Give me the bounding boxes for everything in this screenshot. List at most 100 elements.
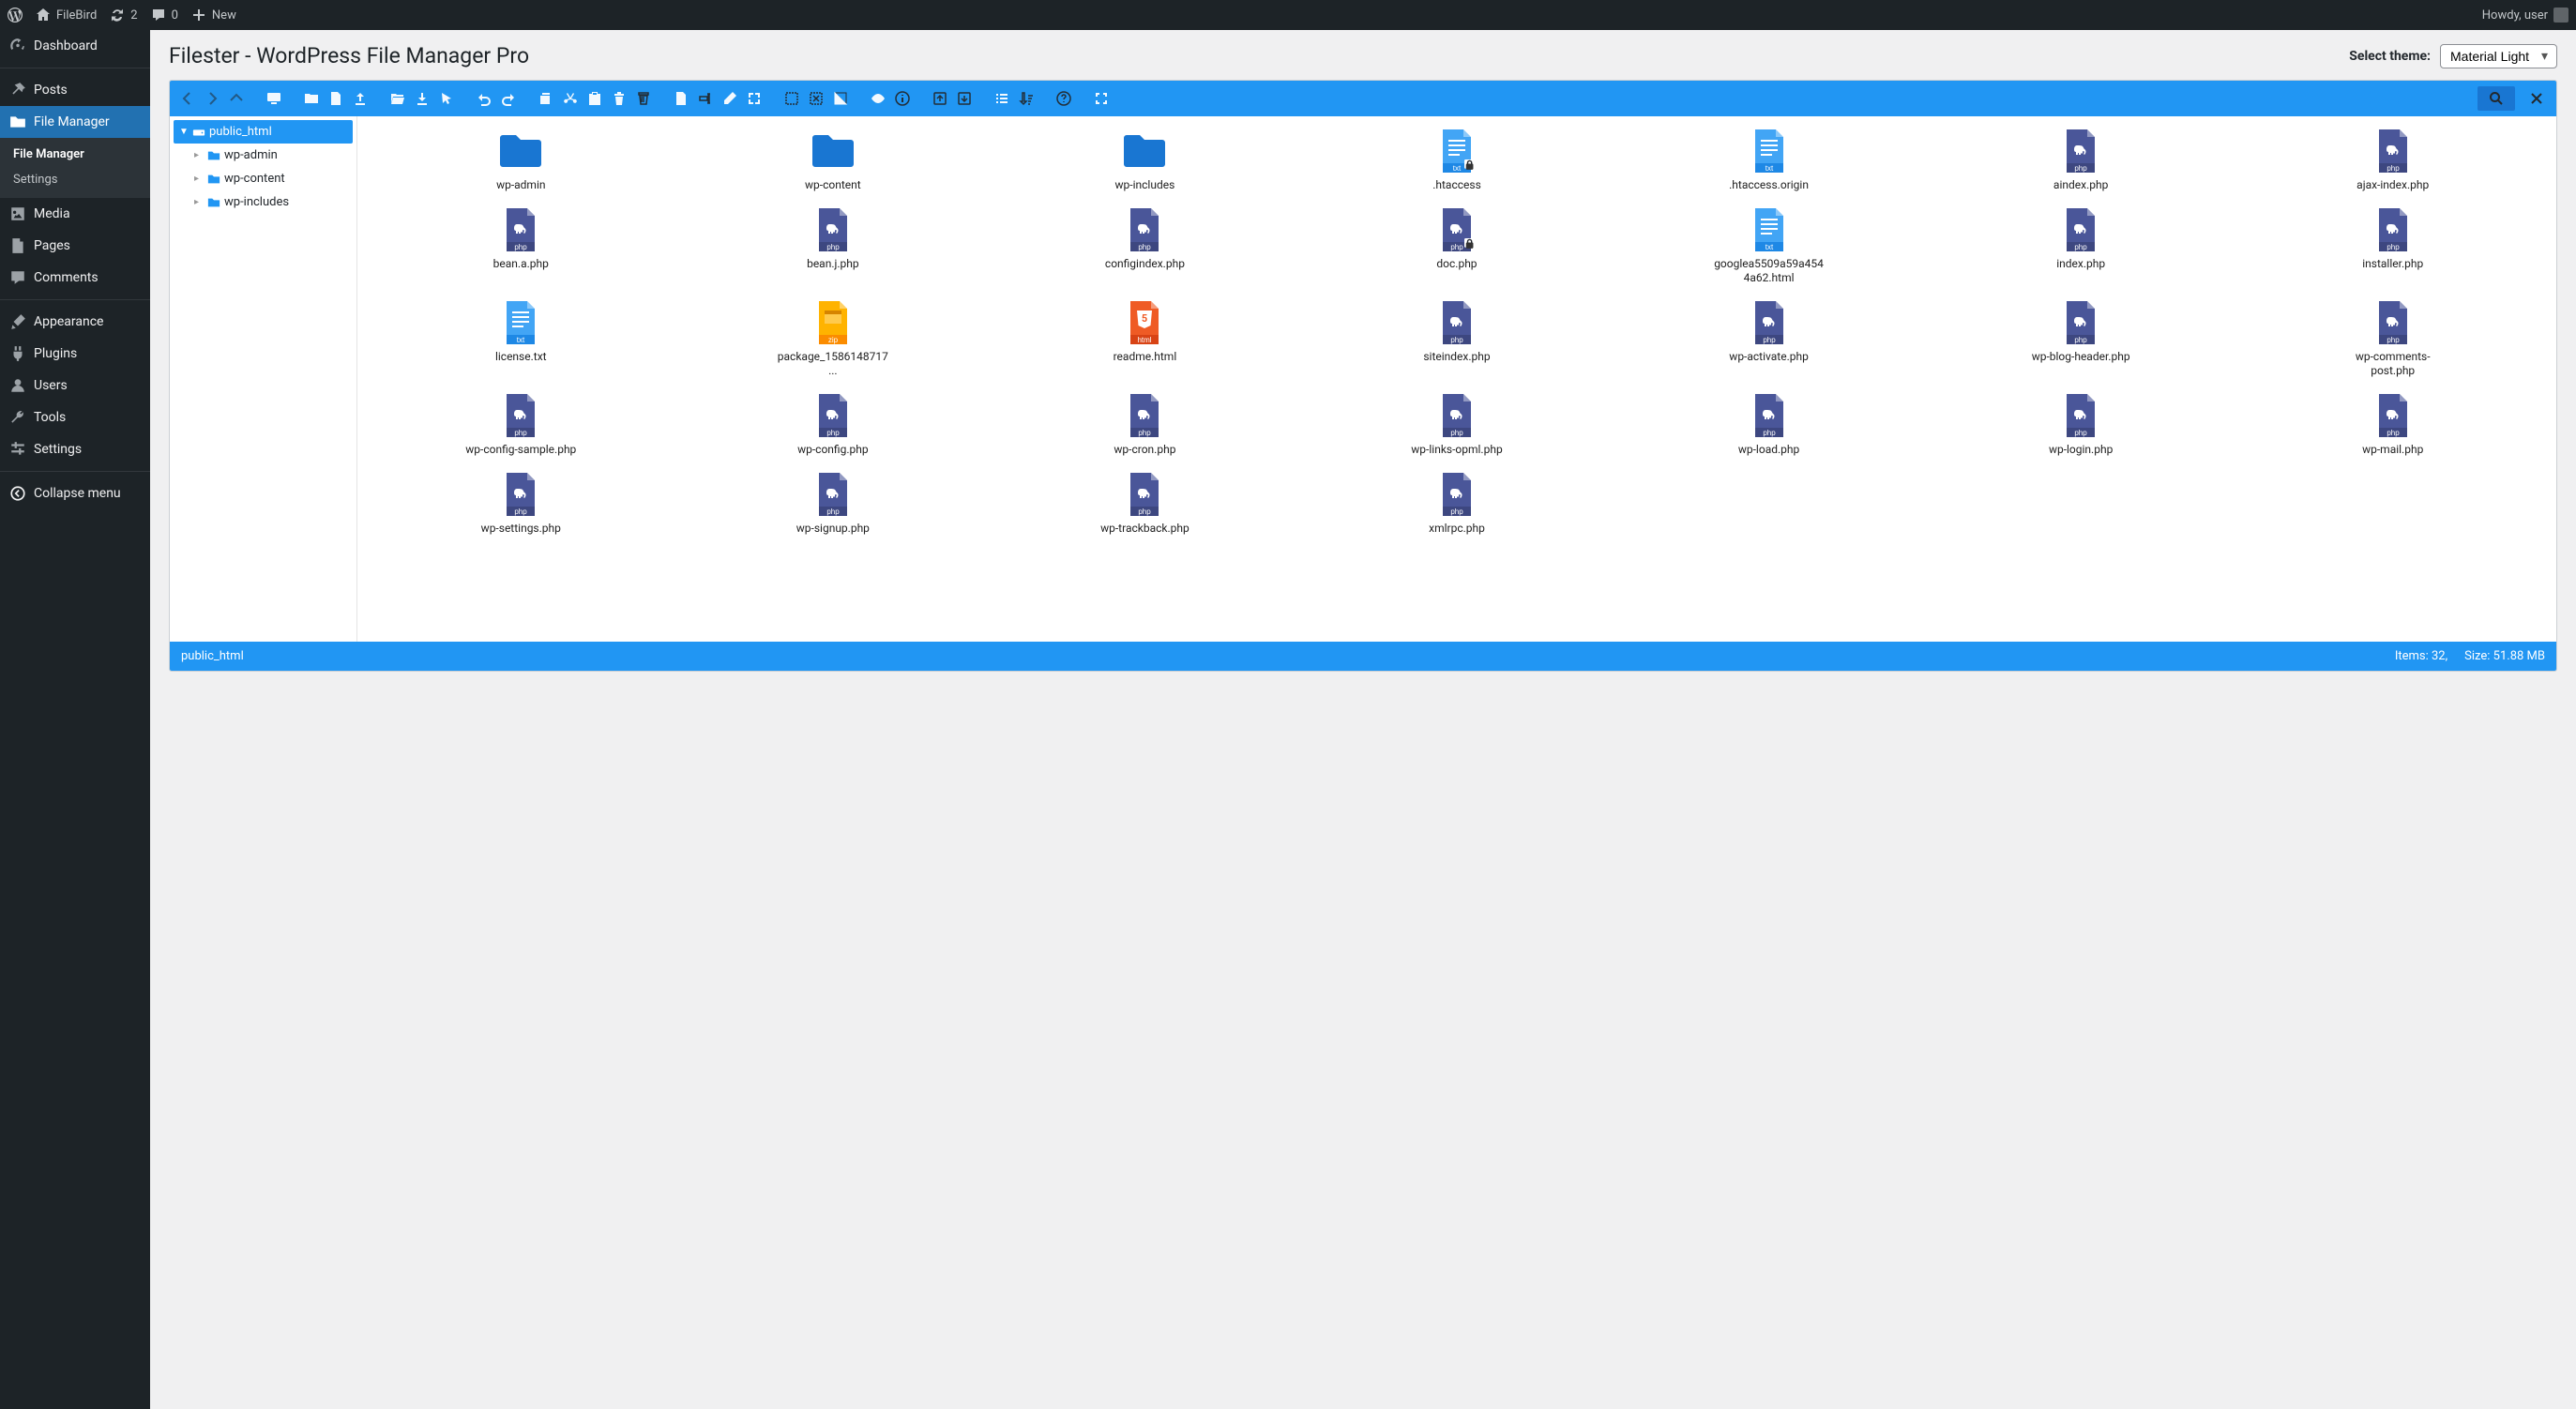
updates[interactable]: 2 — [110, 8, 137, 23]
file-item[interactable]: 5htmlreadme.html — [989, 295, 1301, 383]
file-item[interactable]: wp-includes — [989, 124, 1301, 197]
file-item[interactable]: txt.htaccess.origin — [1613, 124, 1925, 197]
cut-button[interactable] — [560, 88, 581, 109]
file-item[interactable]: phpxmlrpc.php — [1301, 467, 1614, 540]
file-label: wp-config-sample.php — [465, 443, 576, 458]
file-item[interactable]: phpbean.j.php — [677, 203, 990, 290]
menu-file-manager[interactable]: File Manager — [0, 106, 150, 138]
svg-text:php: php — [2387, 336, 2400, 344]
up-button[interactable] — [226, 88, 247, 109]
info-button[interactable] — [892, 88, 913, 109]
comments-count[interactable]: 0 — [151, 8, 178, 23]
search-button[interactable] — [2478, 86, 2515, 111]
file-item[interactable]: phpwp-activate.php — [1613, 295, 1925, 383]
file-item[interactable]: phpwp-config-sample.php — [365, 388, 677, 462]
menu-appearance[interactable]: Appearance — [0, 306, 150, 338]
view-button[interactable] — [992, 88, 1012, 109]
download-button[interactable] — [412, 88, 432, 109]
file-item[interactable]: phpindex.php — [1925, 203, 2237, 290]
menu-plugins[interactable]: Plugins — [0, 338, 150, 370]
file-item[interactable]: phpwp-load.php — [1613, 388, 1925, 462]
file-item[interactable]: phpwp-settings.php — [365, 467, 677, 540]
copy-button[interactable] — [536, 88, 556, 109]
file-item[interactable]: wp-content — [677, 124, 990, 197]
selectnone-button[interactable] — [806, 88, 826, 109]
menu-users[interactable]: Users — [0, 370, 150, 401]
file-item[interactable]: phpsiteindex.php — [1301, 295, 1614, 383]
file-item[interactable]: zippackage_1586148717... — [677, 295, 990, 383]
file-item[interactable]: phpwp-blog-header.php — [1925, 295, 2237, 383]
file-item[interactable]: phpdoc.php — [1301, 203, 1614, 290]
file-item[interactable]: wp-admin — [365, 124, 677, 197]
file-item[interactable]: phpwp-cron.php — [989, 388, 1301, 462]
new-file-button[interactable] — [326, 88, 346, 109]
tree-item[interactable]: ▸wp-admin — [189, 144, 353, 167]
tree-root[interactable]: ▼ public_html — [174, 120, 353, 144]
file-item[interactable]: txtgooglea5509a59a4544a62.html — [1613, 203, 1925, 290]
preview-button[interactable] — [868, 88, 888, 109]
fm-toolbar — [170, 81, 2556, 116]
site-name[interactable]: FileBird — [36, 8, 97, 23]
file-label: wp-login.php — [2049, 443, 2113, 458]
file-item[interactable]: phpaindex.php — [1925, 124, 2237, 197]
menu-settings[interactable]: Settings — [0, 433, 150, 465]
menu-dashboard[interactable]: Dashboard — [0, 30, 150, 62]
menu-media[interactable]: Media — [0, 198, 150, 230]
submenu-file-manager[interactable]: File Manager — [0, 142, 150, 167]
user-greeting[interactable]: Howdy, user — [2482, 8, 2568, 23]
menu-collapse[interactable]: Collapse menu — [0, 477, 150, 509]
php-icon: php — [810, 206, 856, 253]
undo-button[interactable] — [474, 88, 494, 109]
file-item[interactable]: phpwp-trackback.php — [989, 467, 1301, 540]
forward-button[interactable] — [202, 88, 222, 109]
file-item[interactable]: phpconfigindex.php — [989, 203, 1301, 290]
submenu-settings[interactable]: Settings — [0, 167, 150, 192]
menu-posts[interactable]: Posts — [0, 74, 150, 106]
file-item[interactable]: phpwp-config.php — [677, 388, 990, 462]
menu-pages[interactable]: Pages — [0, 230, 150, 262]
tree-item[interactable]: ▸wp-content — [189, 167, 353, 190]
netmount-button[interactable] — [264, 88, 284, 109]
edit-button[interactable] — [720, 88, 740, 109]
rename-button[interactable] — [695, 88, 716, 109]
php-icon: php — [1433, 471, 1480, 518]
menu-tools[interactable]: Tools — [0, 401, 150, 433]
help-button[interactable] — [1053, 88, 1074, 109]
upload-button[interactable] — [350, 88, 371, 109]
file-item[interactable]: phpinstaller.php — [2236, 203, 2549, 290]
paste-button[interactable] — [584, 88, 605, 109]
redo-button[interactable] — [498, 88, 519, 109]
file-item[interactable]: phpbean.a.php — [365, 203, 677, 290]
duplicate-button[interactable] — [671, 88, 691, 109]
tree-item[interactable]: ▸wp-includes — [189, 190, 353, 214]
status-items: Items: 32, — [2395, 649, 2447, 663]
delete-button[interactable] — [609, 88, 629, 109]
selectall-button[interactable] — [781, 88, 802, 109]
back-button[interactable] — [177, 88, 198, 109]
theme-select[interactable]: Material Light — [2440, 44, 2557, 68]
file-item[interactable]: phpwp-links-opml.php — [1301, 388, 1614, 462]
file-item[interactable]: phpajax-index.php — [2236, 124, 2549, 197]
file-item[interactable]: txt.htaccess — [1301, 124, 1614, 197]
file-item[interactable]: phpwp-mail.php — [2236, 388, 2549, 462]
extract-button[interactable] — [930, 88, 950, 109]
selectinvert-button[interactable] — [830, 88, 851, 109]
file-label: wp-config.php — [797, 443, 868, 458]
file-item[interactable]: phpwp-signup.php — [677, 467, 990, 540]
fullscreen-button[interactable] — [1091, 88, 1112, 109]
new-content[interactable]: New — [191, 8, 236, 23]
svg-text:php: php — [826, 508, 840, 516]
menu-comments[interactable]: Comments — [0, 262, 150, 294]
file-item[interactable]: txtlicense.txt — [365, 295, 677, 383]
empty-button[interactable] — [633, 88, 654, 109]
new-folder-button[interactable] — [301, 88, 322, 109]
wp-logo[interactable] — [8, 8, 23, 23]
archive-button[interactable] — [954, 88, 975, 109]
file-item[interactable]: phpwp-login.php — [1925, 388, 2237, 462]
resize-button[interactable] — [744, 88, 765, 109]
open-button[interactable] — [387, 88, 408, 109]
sort-button[interactable] — [1016, 88, 1037, 109]
close-search-button[interactable] — [2524, 86, 2549, 111]
file-item[interactable]: phpwp-comments-post.php — [2236, 295, 2549, 383]
select-button[interactable] — [436, 88, 457, 109]
